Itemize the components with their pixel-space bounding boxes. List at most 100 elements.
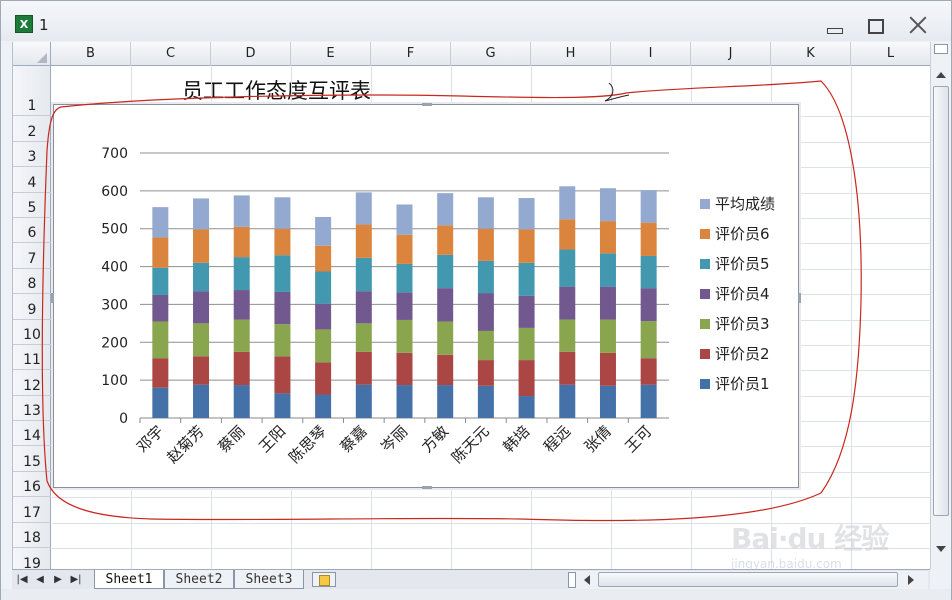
bar-segment [233, 195, 250, 227]
y-tick-label: 600 [101, 184, 128, 200]
row-header-2[interactable]: 2 [13, 116, 51, 142]
x-category-label: 岑丽 [377, 422, 411, 456]
row-header-19[interactable]: 19 [13, 548, 51, 569]
column-header-g[interactable]: G [451, 42, 531, 66]
close-button[interactable] [903, 13, 933, 37]
last-sheet-icon[interactable]: ▶| [70, 573, 82, 587]
legend-label: 评价员1 [715, 375, 770, 393]
x-category-label: 邓宇 [133, 422, 167, 456]
scroll-left-arrow-icon[interactable] [582, 574, 594, 586]
row-header-15[interactable]: 15 [13, 446, 51, 472]
column-header-b[interactable]: B [51, 42, 131, 66]
column-header-e[interactable]: E [291, 42, 371, 66]
y-tick-label: 300 [101, 297, 128, 313]
x-category-label: 王阳 [255, 422, 289, 456]
row-header-6[interactable]: 6 [13, 218, 51, 243]
bar-segment [233, 351, 250, 386]
next-sheet-icon[interactable]: ▶ [52, 573, 64, 587]
bar-segment [396, 234, 413, 264]
scroll-right-arrow-icon[interactable] [904, 574, 916, 586]
insert-sheet-icon[interactable] [312, 572, 336, 587]
bar-segment [396, 385, 413, 418]
bar-segment [233, 226, 250, 258]
column-header-k[interactable]: K [771, 42, 851, 66]
row-header-18[interactable]: 18 [13, 523, 51, 548]
bar-segment [437, 225, 454, 255]
bar-segment [193, 198, 210, 230]
column-header-c[interactable]: C [131, 42, 211, 66]
sheet-tab-3[interactable]: Sheet3 [234, 570, 304, 589]
row-header-16[interactable]: 16 [13, 472, 51, 497]
column-header-f[interactable]: F [371, 42, 451, 66]
row-header-7[interactable]: 7 [13, 243, 51, 269]
column-header-h[interactable]: H [531, 42, 611, 66]
row-header-12[interactable]: 12 [13, 370, 51, 396]
legend-label: 评价员6 [715, 225, 770, 243]
x-category-label: 蔡丽 [215, 422, 249, 456]
bar-segment [315, 362, 332, 395]
vertical-scrollbar[interactable] [930, 42, 951, 569]
bar-segment [477, 260, 494, 294]
row-header-13[interactable]: 13 [13, 396, 51, 421]
chart-resize-handle-left[interactable] [51, 293, 54, 303]
bar-segment [437, 193, 454, 226]
bar-segment [274, 228, 291, 256]
row-header-10[interactable]: 10 [13, 320, 51, 345]
row-header-14[interactable]: 14 [13, 421, 51, 446]
row-header-3[interactable]: 3 [13, 142, 51, 167]
column-header-i[interactable]: I [611, 42, 691, 66]
row-header-8[interactable]: 8 [13, 269, 51, 294]
legend-swatch [700, 199, 710, 209]
bar-segment [152, 321, 169, 359]
bar-segment [315, 394, 332, 418]
bar-segment [274, 393, 291, 418]
x-category-label: 陈思琴 [285, 422, 330, 467]
chart-canvas: 0 100 200 300 400 500 600 700 邓宇赵菊芳 蔡丽 王阳陈思琴 蔡嘉 岑丽 方敏… [101, 146, 775, 467]
row-header-11[interactable]: 11 [13, 345, 51, 370]
column-header-j[interactable]: J [691, 42, 771, 66]
horizontal-scroll-thumb[interactable] [598, 572, 898, 587]
sheet-tab-2[interactable]: Sheet2 [164, 570, 234, 589]
bar-segment [193, 356, 210, 385]
stacked-bar-chart[interactable]: 0 100 200 300 400 500 600 700 邓宇 赵菊芳 蔡丽 王阳 陈思琴 蔡嘉 岑丽 方敏… [51, 103, 801, 489]
column-header-l[interactable]: L [851, 42, 930, 66]
bar-segment [274, 324, 291, 357]
select-all-corner[interactable] [13, 42, 51, 66]
bar-segment [355, 291, 372, 324]
chart-resize-handle-top[interactable] [422, 103, 432, 106]
row-header-9[interactable]: 9 [13, 294, 51, 320]
bar-segment [315, 303, 332, 330]
row-header-4[interactable]: 4 [13, 167, 51, 193]
bar-segment [518, 262, 535, 296]
legend-swatch [700, 349, 710, 359]
chart-resize-handle-bottom[interactable] [422, 486, 432, 489]
prev-sheet-icon[interactable]: ◀ [34, 573, 46, 587]
row-header-17[interactable]: 17 [13, 497, 51, 523]
first-sheet-icon[interactable]: |◀ [16, 573, 28, 587]
grid-row-line [52, 497, 930, 498]
column-header-d[interactable]: D [211, 42, 291, 66]
bar-segment [152, 237, 169, 268]
minimize-button[interactable] [819, 13, 849, 37]
horizontal-scrollbar[interactable] [568, 571, 928, 589]
legend-swatch [700, 259, 710, 269]
bar-segment [518, 360, 535, 397]
scroll-up-arrow-icon[interactable] [934, 68, 948, 82]
bar-segment [396, 319, 413, 353]
row-header-5[interactable]: 5 [13, 193, 51, 218]
window-title: 1 [39, 16, 49, 34]
sheet-tab-1[interactable]: Sheet1 [94, 570, 164, 589]
bar-segment [152, 387, 169, 418]
legend-label: 评价员4 [715, 285, 770, 303]
legend-label: 评价员5 [715, 255, 770, 273]
split-handle[interactable] [934, 44, 948, 54]
row-header-1[interactable]: 1 [13, 66, 51, 116]
row-headers: 1 2 3 4 5 6 7 8 9 10 11 12 13 14 15 16 17 18 19 [13, 66, 51, 569]
vertical-scroll-thumb[interactable] [933, 86, 949, 516]
maximize-button[interactable] [861, 13, 891, 37]
bar-segment [396, 352, 413, 386]
chart-resize-handle-right[interactable] [798, 293, 801, 303]
horizontal-split-handle[interactable] [568, 572, 576, 588]
bar-segment [559, 286, 576, 320]
x-category-label: 蔡嘉 [337, 422, 371, 456]
